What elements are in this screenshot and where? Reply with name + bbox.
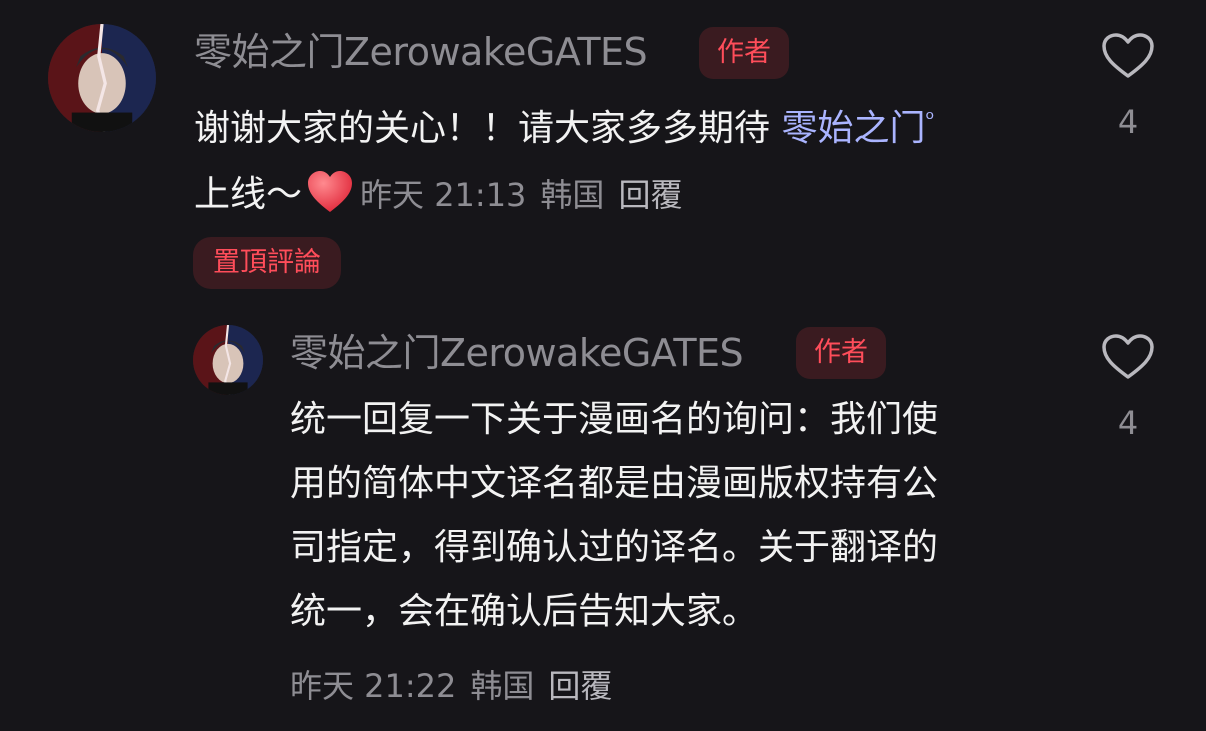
comment-text-line: 司指定，得到确认过的译名。关于翻译的 bbox=[290, 527, 939, 568]
comment-body: 谢谢大家的关心！！请大家多多期待 bbox=[194, 108, 782, 149]
avatar-image bbox=[48, 24, 156, 132]
comment-location: 韩国 bbox=[540, 176, 605, 214]
comment-text: 统一回复一下关于漫画名的询问：我们使 用的简体中文译名都是由漫画版权持有公 司指… bbox=[290, 388, 938, 644]
reply-button[interactable]: 回覆 bbox=[618, 176, 682, 214]
comment-meta: 昨天 21:22 韩国 回覆 bbox=[290, 664, 626, 708]
reply-button[interactable]: 回覆 bbox=[548, 667, 612, 705]
like-button[interactable]: 4 bbox=[1098, 333, 1158, 443]
comment-body-end: 上线～ bbox=[194, 174, 303, 215]
comment-text-line: 统一，会在确认后告知大家。 bbox=[290, 591, 759, 632]
comment-time: 昨天 21:22 bbox=[290, 667, 457, 705]
mention-link[interactable]: 零始之门 bbox=[781, 108, 925, 149]
heart-outline-icon[interactable] bbox=[1101, 333, 1155, 381]
comment-meta: 昨天 21:13 韩国 回覆 bbox=[360, 176, 696, 214]
comment-text-line: 上线～ 昨天 21:13 韩国 回覆 bbox=[194, 162, 935, 236]
comment-time: 昨天 21:13 bbox=[360, 176, 527, 214]
comment-text-line: 用的简体中文译名都是由漫画版权持有公 bbox=[290, 463, 939, 504]
avatar[interactable] bbox=[193, 325, 263, 395]
comment-text-line: 统一回复一下关于漫画名的询问：我们使 bbox=[290, 399, 939, 440]
pinned-comment-label: 置頂評論 bbox=[193, 237, 341, 289]
author-badge: 作者 bbox=[796, 327, 886, 379]
comment-text: 谢谢大家的关心！！请大家多多期待 零始之门ᵒ 上线～ 昨天 21:13 韩国 回覆 bbox=[194, 87, 935, 236]
avatar-image bbox=[193, 325, 263, 395]
comment-location: 韩国 bbox=[470, 667, 535, 705]
heart-emoji-icon bbox=[306, 170, 354, 236]
comment-username[interactable]: 零始之门ZerowakeGATES bbox=[194, 27, 648, 77]
comment-username[interactable]: 零始之门ZerowakeGATES bbox=[290, 328, 744, 378]
author-badge: 作者 bbox=[699, 27, 789, 79]
avatar[interactable] bbox=[48, 24, 156, 132]
comment-text-line: 谢谢大家的关心！！请大家多多期待 零始之门ᵒ bbox=[194, 87, 935, 162]
like-count: 4 bbox=[1117, 404, 1139, 442]
like-button[interactable]: 4 bbox=[1098, 32, 1158, 142]
like-count: 4 bbox=[1117, 103, 1139, 141]
mention-search-icon: ᵒ bbox=[925, 107, 935, 132]
heart-outline-icon[interactable] bbox=[1101, 32, 1155, 80]
